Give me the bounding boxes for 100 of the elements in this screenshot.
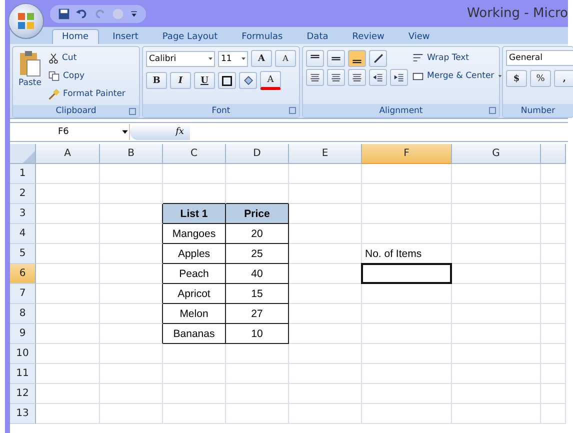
column-header[interactable]: F bbox=[362, 144, 452, 164]
ribbon-tab[interactable]: Formulas bbox=[232, 29, 293, 44]
table-cell[interactable]: Peach bbox=[163, 264, 226, 284]
align-lines-icon bbox=[310, 72, 320, 82]
column-header[interactable] bbox=[541, 144, 566, 164]
orientation-button[interactable] bbox=[369, 50, 387, 67]
italic-button[interactable]: I bbox=[170, 72, 191, 89]
table-cell[interactable] bbox=[100, 304, 163, 324]
table-cell[interactable] bbox=[100, 244, 163, 264]
brush-icon bbox=[48, 88, 60, 100]
row-header[interactable]: 6 bbox=[10, 264, 36, 284]
column-header[interactable]: C bbox=[163, 144, 226, 164]
row-header[interactable]: 7 bbox=[10, 284, 36, 304]
launcher-icon[interactable] bbox=[289, 107, 296, 114]
name-box[interactable]: F6 bbox=[10, 124, 130, 140]
dropdown-icon bbox=[130, 8, 138, 18]
formula-button[interactable]: fx bbox=[130, 124, 190, 140]
table-cell[interactable]: 27 bbox=[226, 304, 289, 324]
row-header[interactable]: 3 bbox=[10, 204, 36, 224]
row-header[interactable]: 12 bbox=[10, 384, 36, 404]
office-button[interactable] bbox=[8, 3, 44, 39]
ribbon-tab[interactable]: Home bbox=[52, 29, 99, 44]
circle-icon bbox=[112, 8, 124, 20]
indent-button[interactable] bbox=[369, 69, 387, 86]
horizontal-align-button[interactable] bbox=[306, 69, 324, 86]
table-cell[interactable] bbox=[100, 284, 163, 304]
row-header[interactable]: 9 bbox=[10, 324, 36, 344]
align-lines-icon bbox=[331, 72, 341, 82]
border-button[interactable] bbox=[218, 72, 236, 89]
table-cell[interactable]: 15 bbox=[226, 284, 289, 304]
table-cell[interactable] bbox=[100, 264, 163, 284]
horizontal-align-button[interactable] bbox=[327, 69, 345, 86]
table-cell[interactable]: Apricot bbox=[163, 284, 226, 304]
caret-icon bbox=[497, 73, 504, 79]
group-label: Clipboard bbox=[56, 106, 96, 116]
fill-color-button[interactable] bbox=[239, 72, 257, 89]
font-size-field[interactable]: 11 bbox=[218, 50, 248, 66]
column-header[interactable]: D bbox=[226, 144, 289, 164]
column-header[interactable]: E bbox=[289, 144, 362, 164]
column-header[interactable]: B bbox=[100, 144, 163, 164]
table-cell[interactable] bbox=[100, 224, 163, 244]
table-cell[interactable]: 10 bbox=[226, 324, 289, 344]
column-header[interactable]: A bbox=[36, 144, 100, 164]
vertical-align-button[interactable] bbox=[348, 50, 366, 67]
ribbon-tab[interactable]: View bbox=[398, 29, 440, 44]
format-painter-button[interactable]: Format Painter bbox=[48, 86, 126, 102]
shrink-font-button[interactable]: A bbox=[275, 50, 296, 67]
select-all-corner[interactable] bbox=[10, 144, 36, 164]
row-header[interactable]: 2 bbox=[10, 184, 36, 204]
horizontal-align-button[interactable] bbox=[348, 69, 366, 86]
launcher-icon[interactable] bbox=[129, 108, 136, 114]
currency-button[interactable]: $ bbox=[506, 70, 527, 87]
header-cell[interactable]: List 1 bbox=[163, 204, 226, 224]
scissors-icon bbox=[48, 52, 59, 64]
row-header[interactable]: 8 bbox=[10, 304, 36, 324]
row-header[interactable]: 4 bbox=[10, 224, 36, 244]
table-cell[interactable]: 40 bbox=[226, 264, 289, 284]
triangle-icon bbox=[23, 151, 35, 163]
wrap-text-button[interactable]: Wrap Text bbox=[412, 50, 504, 66]
comma-button[interactable]: , bbox=[554, 70, 573, 87]
header-cell[interactable]: Price bbox=[226, 204, 289, 224]
row-header[interactable]: 10 bbox=[10, 344, 36, 364]
table-cell[interactable]: 20 bbox=[226, 224, 289, 244]
launcher-icon[interactable] bbox=[489, 107, 496, 114]
table-cell[interactable]: Apples bbox=[163, 244, 226, 264]
table-cell[interactable]: 25 bbox=[226, 244, 289, 264]
paste-button[interactable]: Paste bbox=[16, 50, 44, 102]
ribbon-tab[interactable]: Insert bbox=[102, 29, 148, 44]
vertical-align-button[interactable] bbox=[306, 50, 324, 67]
row-header[interactable]: 11 bbox=[10, 364, 36, 384]
border-icon bbox=[222, 76, 232, 86]
ribbon-tab[interactable]: Page Layout bbox=[152, 29, 228, 44]
table-cell[interactable]: Mangoes bbox=[163, 224, 226, 244]
ribbon-tab[interactable]: Data bbox=[296, 29, 338, 44]
row-header[interactable]: 5 bbox=[10, 244, 36, 264]
office-logo-icon bbox=[17, 12, 35, 30]
number-format-field[interactable]: General bbox=[506, 50, 573, 66]
vertical-align-button[interactable] bbox=[327, 50, 345, 67]
copy-button[interactable]: Copy bbox=[48, 68, 126, 84]
font-name-field[interactable]: Calibri bbox=[146, 50, 215, 66]
cut-button[interactable]: Cut bbox=[48, 50, 126, 66]
table-cell[interactable] bbox=[100, 204, 163, 224]
table-cell[interactable]: Melon bbox=[163, 304, 226, 324]
row-header[interactable]: 13 bbox=[10, 404, 36, 424]
underline-button[interactable]: U bbox=[194, 72, 215, 89]
bold-button[interactable]: B bbox=[146, 72, 167, 89]
ribbon-tab[interactable]: Review bbox=[342, 29, 394, 44]
group-label: Font bbox=[212, 106, 230, 116]
percent-button[interactable]: % bbox=[530, 70, 551, 87]
redo-icon bbox=[94, 8, 106, 20]
clipboard-icon bbox=[19, 50, 41, 78]
indent-button[interactable] bbox=[390, 69, 408, 86]
table-cell[interactable]: Bananas bbox=[163, 324, 226, 344]
table-cell[interactable] bbox=[100, 324, 163, 344]
row-header[interactable]: 1 bbox=[10, 164, 36, 184]
merge-center-button[interactable]: Merge & Center bbox=[412, 68, 504, 84]
font-color-button[interactable]: A bbox=[260, 71, 281, 90]
column-header[interactable]: G bbox=[452, 144, 541, 164]
grow-font-button[interactable]: A bbox=[251, 50, 272, 67]
caret-icon bbox=[207, 55, 214, 62]
